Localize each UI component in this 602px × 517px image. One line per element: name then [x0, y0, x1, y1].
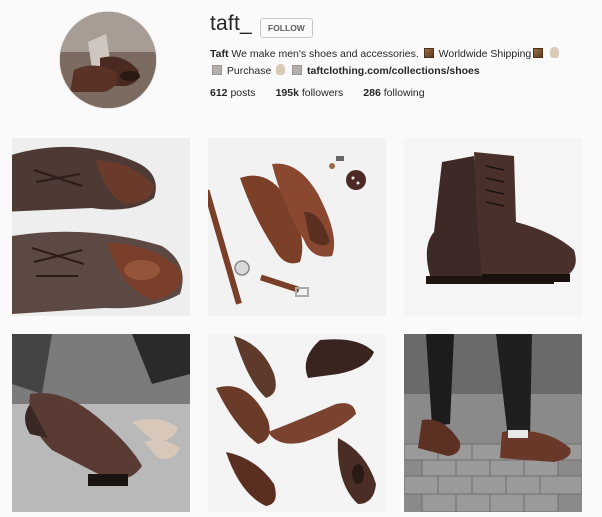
- profile-bio: Taft We make men's shoes and accessories…: [210, 46, 570, 80]
- walking-image: [404, 334, 582, 512]
- following-label: following: [383, 87, 425, 99]
- pointing-finger-icon: [550, 47, 560, 58]
- boot-image: [404, 138, 582, 316]
- follow-button[interactable]: FOLLOW: [260, 18, 313, 38]
- profile-avatar[interactable]: [60, 12, 156, 108]
- profile-stats: 612 posts 195k followers 286 following: [210, 87, 425, 99]
- dress-shoes-image: [12, 138, 190, 316]
- bio-name: Taft: [210, 48, 229, 60]
- square-icon: [292, 65, 303, 75]
- followers-label: followers: [301, 87, 344, 99]
- following-count: 286: [363, 87, 381, 99]
- post-tile-4[interactable]: [12, 334, 190, 512]
- posts-count: 612: [210, 87, 228, 99]
- tying-boot-image: [12, 334, 190, 512]
- scattered-shoes-image: [208, 334, 386, 512]
- flat-lay-image: [208, 138, 386, 316]
- followers-count: 195k: [275, 87, 299, 99]
- posts-label: posts: [230, 87, 256, 99]
- bio-text-1: We make men's shoes and accessories.: [231, 48, 419, 60]
- followers-stat[interactable]: 195k followers: [276, 87, 344, 99]
- bio-link[interactable]: taftclothing.com/collections/shoes: [307, 65, 480, 77]
- pointing-finger-icon: [276, 64, 286, 75]
- post-tile-5[interactable]: [208, 334, 386, 512]
- square-icon: [212, 65, 222, 75]
- following-stat[interactable]: 286 following: [363, 87, 424, 99]
- package-icon: [533, 48, 544, 58]
- post-tile-1[interactable]: [12, 138, 190, 316]
- post-tile-2[interactable]: [208, 138, 386, 316]
- posts-stat[interactable]: 612 posts: [210, 87, 256, 99]
- bio-text-3: Purchase: [226, 65, 272, 77]
- profile-username: taft_: [210, 12, 252, 35]
- post-tile-6[interactable]: [404, 334, 582, 512]
- post-tile-3[interactable]: [404, 138, 582, 316]
- bio-text-2: Worldwide Shipping: [438, 48, 532, 60]
- package-icon: [423, 48, 434, 58]
